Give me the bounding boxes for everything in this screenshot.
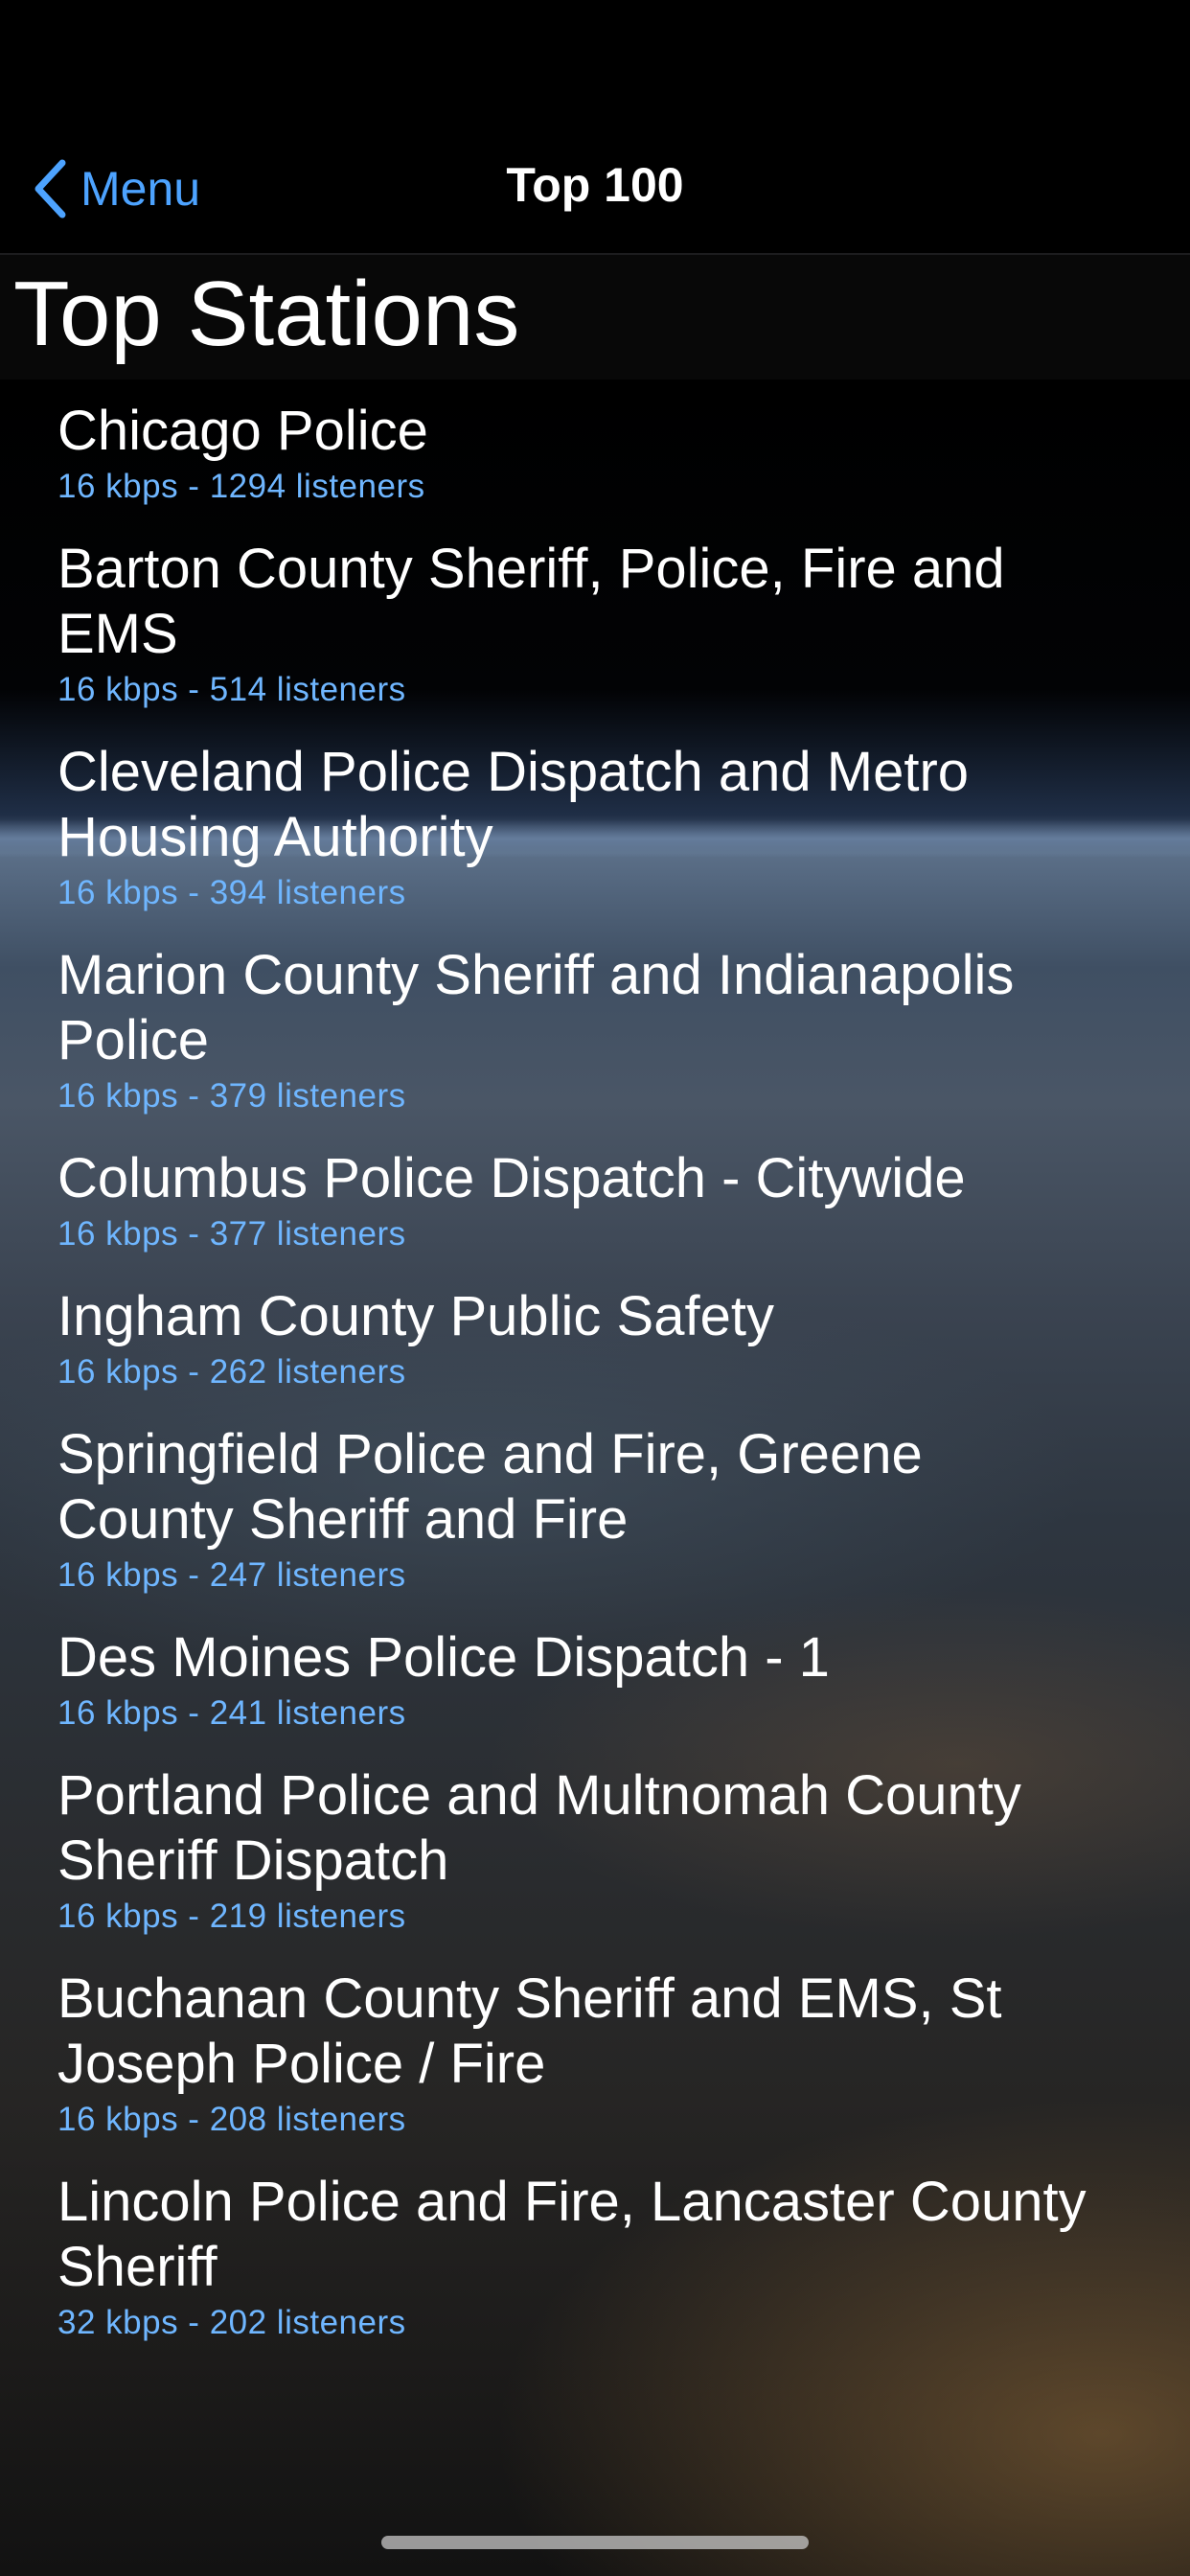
screen: Menu Top 100 Top Stations Chicago Police…	[0, 0, 1190, 2576]
nav-title: Top 100	[506, 158, 684, 212]
status-bar	[0, 0, 1190, 126]
station-info: 16 kbps - 219 listeners	[57, 1898, 406, 1935]
station-row[interactable]: Des Moines Police Dispatch - 1 16 kbps -…	[57, 1625, 1092, 1735]
station-row[interactable]: Lincoln Police and Fire, Lancaster Count…	[57, 2170, 1092, 2344]
station-info: 16 kbps - 1294 listeners	[57, 468, 425, 505]
station-info: 16 kbps - 514 listeners	[57, 671, 406, 708]
station-name: Barton County Sheriff, Police, Fire and …	[57, 538, 1005, 665]
navigation-bar: Menu Top 100	[0, 126, 1190, 255]
station-row[interactable]: Springfield Police and Fire, Greene Coun…	[57, 1422, 1092, 1597]
station-row[interactable]: Ingham County Public Safety 16 kbps - 26…	[57, 1284, 1092, 1393]
home-indicator[interactable]	[381, 2536, 809, 2549]
station-info: 16 kbps - 394 listeners	[57, 874, 406, 911]
station-row[interactable]: Buchanan County Sheriff and EMS, St Jose…	[57, 1966, 1092, 2141]
station-name: Buchanan County Sheriff and EMS, St Jose…	[57, 1967, 1002, 2095]
station-row[interactable]: Cleveland Police Dispatch and Metro Hous…	[57, 740, 1092, 914]
station-row[interactable]: Barton County Sheriff, Police, Fire and …	[57, 537, 1092, 711]
page-title: Top Stations	[13, 263, 520, 365]
station-name: Marion County Sheriff and Indianapolis P…	[57, 944, 1015, 1071]
station-name: Chicago Police	[57, 400, 428, 462]
station-name: Cleveland Police Dispatch and Metro Hous…	[57, 741, 970, 868]
station-row[interactable]: Portland Police and Multnomah County She…	[57, 1763, 1092, 1938]
station-name: Springfield Police and Fire, Greene Coun…	[57, 1423, 923, 1551]
station-info: 32 kbps - 202 listeners	[57, 2304, 406, 2341]
station-info: 16 kbps - 379 listeners	[57, 1077, 406, 1115]
station-row[interactable]: Marion County Sheriff and Indianapolis P…	[57, 943, 1092, 1117]
large-title-bar: Top Stations	[0, 255, 1190, 380]
station-info: 16 kbps - 262 listeners	[57, 1353, 406, 1391]
station-row[interactable]: Columbus Police Dispatch - Citywide 16 k…	[57, 1146, 1092, 1255]
station-name: Ingham County Public Safety	[57, 1285, 774, 1347]
station-name: Des Moines Police Dispatch - 1	[57, 1626, 830, 1689]
station-info: 16 kbps - 377 listeners	[57, 1215, 406, 1253]
station-name: Columbus Police Dispatch - Citywide	[57, 1147, 966, 1209]
station-name: Lincoln Police and Fire, Lancaster Count…	[57, 2171, 1087, 2298]
station-info: 16 kbps - 247 listeners	[57, 1556, 406, 1594]
station-name: Portland Police and Multnomah County She…	[57, 1764, 1021, 1892]
station-info: 16 kbps - 208 listeners	[57, 2101, 406, 2138]
station-info: 16 kbps - 241 listeners	[57, 1694, 406, 1732]
station-list: Chicago Police 16 kbps - 1294 listeners …	[57, 399, 1092, 2373]
station-row[interactable]: Chicago Police 16 kbps - 1294 listeners	[57, 399, 1092, 508]
